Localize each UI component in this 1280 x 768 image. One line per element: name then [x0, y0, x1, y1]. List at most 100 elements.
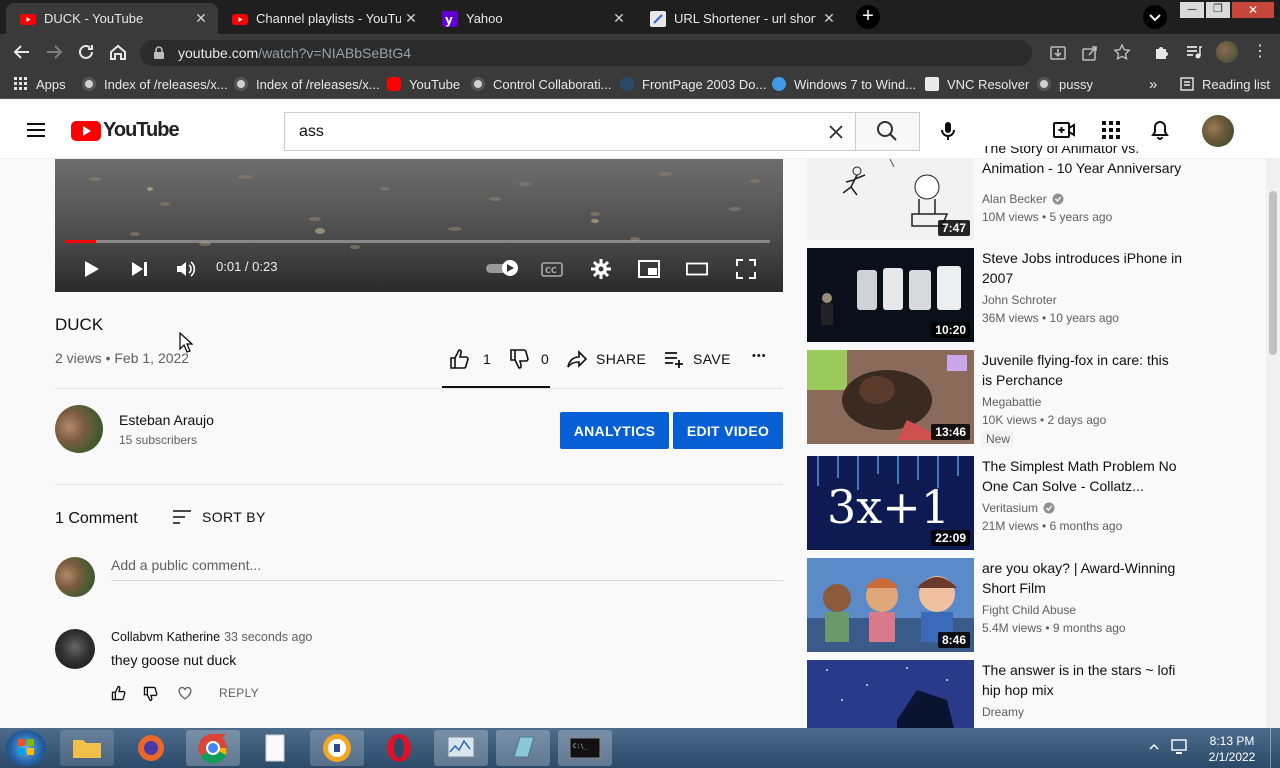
apps-grid-icon[interactable] [1102, 121, 1120, 139]
dislike-button[interactable]: 0 [509, 348, 549, 370]
comment-author[interactable]: Collabvm Katherine [111, 630, 220, 644]
video-thumbnail[interactable]: 7:47 [807, 159, 974, 240]
reading-list-button[interactable]: Reading list [1180, 75, 1270, 93]
share-page-icon[interactable] [1081, 44, 1099, 62]
comment-time[interactable]: 33 seconds ago [224, 630, 312, 644]
tab-close-icon[interactable]: ✕ [192, 9, 210, 27]
tab-channel-playlists[interactable]: Channel playlists - YouTube ✕ [218, 3, 428, 34]
bookmark-apps[interactable]: Apps [14, 75, 66, 93]
fullscreen-icon[interactable] [735, 258, 757, 280]
miniplayer-icon[interactable] [638, 258, 660, 280]
taskbar-security[interactable] [310, 730, 364, 766]
install-app-icon[interactable] [1049, 44, 1067, 62]
channel-name[interactable]: Fight Child Abuse [982, 603, 1076, 617]
recommended-video[interactable]: The answer is in the stars ~ lofi hip ho… [807, 660, 1187, 728]
microphone-icon[interactable] [938, 120, 958, 142]
taskbar-document[interactable] [248, 730, 302, 766]
channel-name[interactable]: Dreamy [982, 705, 1024, 719]
youtube-logo[interactable]: YouTube [71, 119, 180, 142]
tab-close-icon[interactable]: ✕ [610, 9, 628, 27]
channel-avatar[interactable] [55, 405, 103, 453]
media-queue-icon[interactable] [1185, 43, 1203, 61]
more-actions-button[interactable]: ••• [752, 350, 767, 362]
tab-close-icon[interactable]: ✕ [402, 9, 420, 27]
scrollbar-thumb[interactable] [1269, 191, 1277, 355]
browser-menu-button[interactable]: ⋮ [1252, 42, 1268, 62]
analytics-button[interactable]: ANALYTICS [560, 412, 669, 449]
theater-mode-icon[interactable] [686, 258, 708, 280]
heart-icon[interactable] [177, 685, 193, 701]
like-button[interactable]: 1 [449, 348, 491, 370]
profile-avatar[interactable] [1216, 41, 1238, 63]
extensions-puzzle-icon[interactable] [1153, 43, 1171, 61]
recommended-video[interactable]: 3x+1 22:09 The Simplest Math Problem No … [807, 456, 1187, 551]
video-thumbnail[interactable]: 13:46 [807, 350, 974, 444]
taskbar-firefox[interactable] [124, 730, 178, 766]
bookmark-frontpage[interactable]: FrontPage 2003 Do... [620, 75, 766, 93]
create-video-icon[interactable] [1052, 120, 1076, 140]
play-icon[interactable] [80, 258, 102, 280]
bookmark-star-icon[interactable] [1113, 43, 1131, 61]
tab-url-shortener[interactable]: URL Shortener - url shorten ✕ [636, 3, 846, 34]
tray-expand-icon[interactable] [1148, 742, 1160, 752]
comment-author-avatar[interactable] [55, 629, 95, 669]
taskbar-monitor[interactable] [434, 730, 488, 766]
sort-by-button[interactable]: SORT BY [172, 508, 266, 526]
forward-arrow-icon[interactable] [43, 41, 65, 63]
taskbar-chrome[interactable] [186, 730, 240, 766]
video-player[interactable] [55, 159, 783, 292]
window-close-button[interactable]: ✕ [1232, 2, 1274, 18]
bookmark-vnc[interactable]: VNC Resolver [925, 75, 1029, 93]
recommended-video[interactable]: 8:46 are you okay? | Award-Winning Short… [807, 558, 1187, 653]
home-icon[interactable] [107, 41, 129, 63]
comment-input[interactable]: Add a public comment... [111, 557, 783, 581]
hamburger-menu-icon[interactable] [25, 120, 47, 140]
next-video-icon[interactable] [128, 258, 150, 280]
video-thumbnail[interactable] [807, 660, 974, 728]
recommended-video[interactable]: 10:20 Steve Jobs introduces iPhone in 20… [807, 248, 1187, 343]
bookmarks-overflow-button[interactable]: » [1149, 75, 1157, 93]
channel-name[interactable]: John Schroter [982, 293, 1057, 307]
edit-video-button[interactable]: EDIT VIDEO [673, 412, 783, 449]
taskbar-explorer[interactable] [60, 730, 114, 766]
taskbar-notepad[interactable] [496, 730, 550, 766]
page-scrollbar[interactable] [1266, 159, 1280, 728]
start-button[interactable] [6, 730, 46, 766]
settings-gear-icon[interactable] [590, 258, 612, 280]
video-thumbnail[interactable]: 10:20 [807, 248, 974, 342]
bookmark-releases-1[interactable]: Index of /releases/x... [82, 75, 228, 93]
channel-name[interactable]: Alan Becker [982, 192, 1064, 206]
bookmark-pussy[interactable]: pussy [1037, 75, 1093, 93]
tab-close-icon[interactable]: ✕ [820, 9, 838, 27]
volume-icon[interactable] [175, 258, 197, 280]
network-icon[interactable] [1170, 738, 1190, 756]
notifications-bell-icon[interactable] [1150, 119, 1170, 141]
taskbar-opera[interactable] [372, 730, 426, 766]
tab-duck-youtube[interactable]: DUCK - YouTube ✕ [6, 3, 218, 34]
recommended-video[interactable]: 13:46 Juvenile flying-fox in care: this … [807, 350, 1187, 447]
show-desktop-button[interactable] [1270, 728, 1280, 768]
bookmark-releases-2[interactable]: Index of /releases/x... [234, 75, 380, 93]
bookmark-control-collab[interactable]: Control Collaborati... [471, 75, 612, 93]
clear-search-icon[interactable] [827, 123, 845, 141]
channel-name[interactable]: Veritasium [982, 501, 1055, 515]
tab-yahoo[interactable]: y Yahoo ✕ [428, 3, 636, 34]
save-button[interactable]: SAVE [663, 348, 731, 370]
restore-button[interactable]: ❐ [1206, 2, 1230, 18]
reply-button[interactable]: REPLY [219, 686, 259, 700]
minimize-button[interactable]: ─ [1180, 2, 1204, 18]
address-bar[interactable]: youtube.com/watch?v=NIABbSeBtG4 [140, 40, 1032, 66]
comment-like-icon[interactable] [111, 685, 127, 701]
share-button[interactable]: SHARE [566, 348, 646, 370]
channel-name[interactable]: Esteban Araujo [119, 412, 214, 428]
channel-name[interactable]: Megabattie [982, 395, 1041, 409]
recommended-video[interactable]: 7:47 The Story of Animator vs. Animation… [807, 146, 1187, 240]
captions-icon[interactable]: CC [541, 258, 563, 280]
tab-search-button[interactable] [1143, 5, 1167, 29]
video-thumbnail[interactable]: 3x+1 22:09 [807, 456, 974, 550]
bookmark-youtube[interactable]: YouTube [387, 75, 460, 93]
bookmark-windows7[interactable]: Windows 7 to Wind... [772, 75, 916, 93]
video-thumbnail[interactable]: 8:46 [807, 558, 974, 652]
video-progress-bar[interactable] [65, 240, 770, 243]
system-clock[interactable]: 8:13 PM 2/1/2022 [1200, 733, 1264, 765]
